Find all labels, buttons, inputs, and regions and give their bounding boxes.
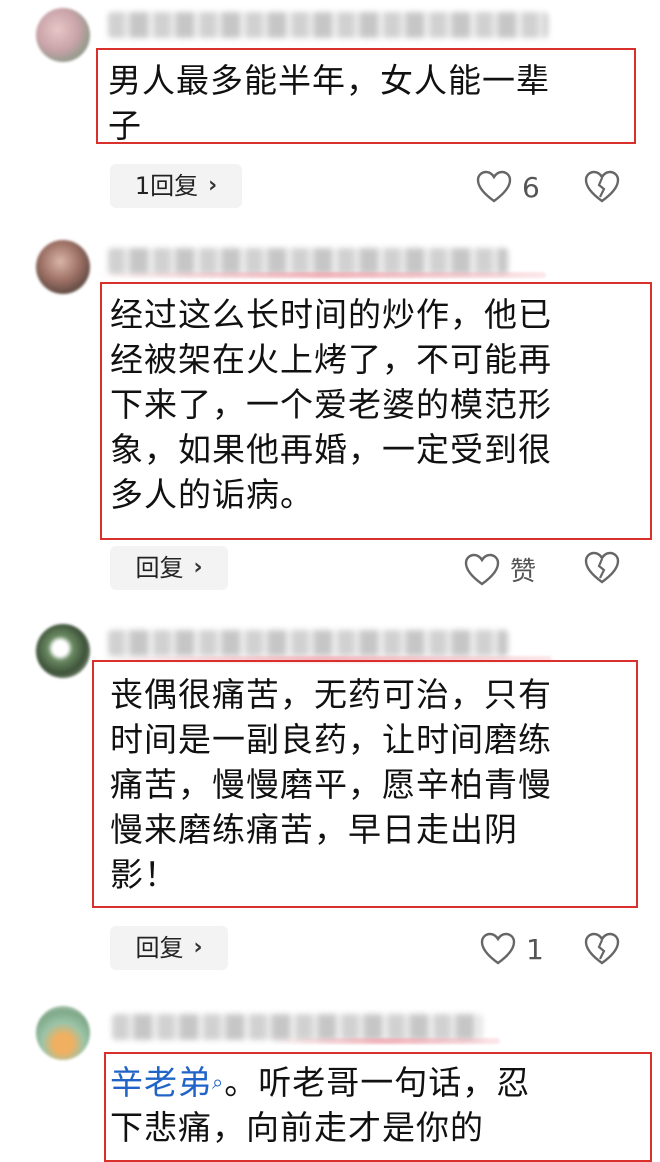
- broken-heart-icon: [584, 170, 620, 203]
- reply-button[interactable]: 1回复 ›: [110, 164, 242, 208]
- like-count: 1: [526, 932, 544, 966]
- chevron-right-icon: ›: [193, 935, 203, 960]
- user-meta-blurred: [112, 1014, 482, 1040]
- search-icon: ⌕: [212, 1070, 225, 1094]
- like-count: 6: [522, 170, 540, 204]
- avatar[interactable]: [36, 240, 90, 294]
- user-meta-underline: [96, 272, 546, 278]
- user-meta-blurred: [108, 12, 548, 38]
- comment-text: 丧偶很痛苦，无药可治，只有 时间是一副良药，让时间磨练 痛苦，慢慢磨平，愿辛柏青…: [110, 675, 552, 894]
- dislike-button[interactable]: [584, 551, 620, 589]
- comment-text: 男人最多能半年，女人能一辈 子: [108, 61, 550, 145]
- broken-heart-icon: [584, 932, 620, 965]
- broken-heart-icon: [584, 551, 620, 584]
- dislike-button[interactable]: [584, 932, 620, 970]
- like-button[interactable]: 1: [480, 932, 544, 966]
- watermark: [500, 1110, 650, 1152]
- heart-outline-icon: [480, 932, 516, 965]
- like-button[interactable]: 赞: [464, 551, 536, 588]
- reply-label: 回复: [135, 934, 184, 962]
- heart-outline-icon: [464, 553, 500, 585]
- reply-button[interactable]: 回复 ›: [110, 546, 228, 590]
- avatar[interactable]: [36, 624, 90, 678]
- comment-text: 经过这么长时间的炒作，他已 经被架在火上烤了，不可能再 下来了，一个爱老婆的模范…: [110, 295, 552, 514]
- avatar[interactable]: [36, 1006, 90, 1060]
- mention-link[interactable]: 辛老弟: [110, 1063, 212, 1102]
- user-meta-blurred: [108, 248, 508, 274]
- like-count: 赞: [510, 557, 537, 587]
- reply-button[interactable]: 回复 ›: [110, 926, 228, 970]
- avatar[interactable]: [36, 8, 90, 62]
- user-meta-blurred: [108, 630, 508, 656]
- reply-label: 1回复: [134, 172, 199, 200]
- dislike-button[interactable]: [584, 170, 620, 208]
- reply-label: 回复: [135, 554, 184, 582]
- like-button[interactable]: 6: [476, 170, 540, 204]
- chevron-right-icon: ›: [193, 555, 203, 580]
- heart-outline-icon: [476, 170, 512, 203]
- chevron-right-icon: ›: [208, 173, 218, 198]
- user-meta-underline: [270, 1038, 500, 1044]
